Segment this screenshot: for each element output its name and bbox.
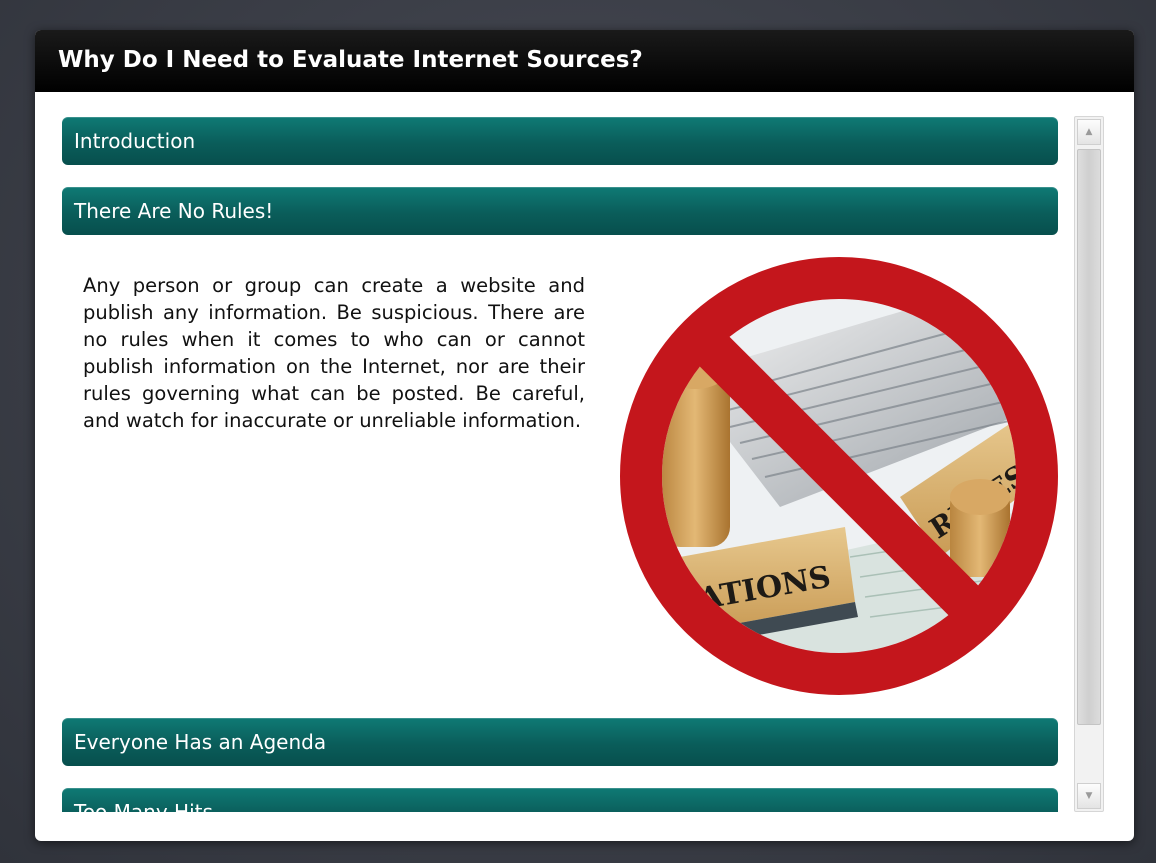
accordion-header-introduction[interactable]: Introduction [62,117,1058,165]
scroll-thumb[interactable] [1077,149,1101,725]
panel-body-text: Any person or group can create a website… [83,274,585,432]
no-rules-image: ATIONS RULES [620,257,1058,695]
accordion-content: Introduction There Are No Rules! Any per… [35,92,1134,812]
accordion-header-too-many-hits[interactable]: Too Many Hits [62,788,1058,812]
scroll-down-arrow-icon[interactable]: ▼ [1077,783,1101,809]
lesson-window: Why Do I Need to Evaluate Internet Sourc… [35,30,1134,841]
window-title: Why Do I Need to Evaluate Internet Sourc… [35,30,1134,92]
vertical-scrollbar[interactable]: ▲ ▼ [1074,116,1104,812]
accordion-header-agenda[interactable]: Everyone Has an Agenda [62,718,1058,766]
accordion-header-no-rules[interactable]: There Are No Rules! [62,187,1058,235]
scroll-up-arrow-icon[interactable]: ▲ [1077,119,1101,145]
